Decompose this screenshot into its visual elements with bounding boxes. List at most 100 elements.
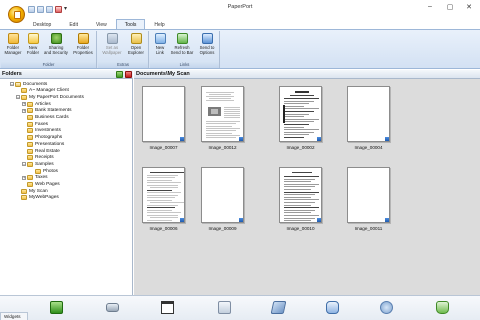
page-text-line bbox=[224, 111, 240, 112]
window-title: PaperPort bbox=[227, 4, 253, 10]
wallpaper-label-2: Wallpaper bbox=[102, 50, 122, 55]
folder-manager-button[interactable]: Folder Manager bbox=[2, 33, 24, 55]
folder-tree-item[interactable]: Web Pages bbox=[22, 182, 60, 188]
folder-tree-item[interactable]: – My PaperPort Documents bbox=[16, 94, 84, 100]
refresh-send-to-bar-button[interactable]: Refresh Send to Bar bbox=[169, 33, 195, 55]
folder-tree-item[interactable]: My Scan bbox=[16, 188, 48, 194]
scanner-icon[interactable] bbox=[106, 303, 119, 312]
page-text-line bbox=[284, 126, 304, 128]
sharing-security-button[interactable]: Sharing and Security bbox=[43, 33, 69, 55]
tree-expander-icon[interactable]: + bbox=[22, 175, 26, 180]
network-icon[interactable] bbox=[380, 301, 393, 314]
folder-tree-item[interactable]: Business Cards bbox=[22, 115, 69, 121]
folder-tree-item[interactable]: + Articles bbox=[22, 101, 51, 107]
folder-tree-item[interactable]: Photos bbox=[30, 168, 58, 174]
folder-tree-label: Real Estate bbox=[35, 148, 60, 154]
tab-tools[interactable]: Tools bbox=[115, 19, 146, 29]
folder-tree-item[interactable]: Receipts bbox=[22, 155, 54, 161]
page-text-line bbox=[206, 132, 232, 134]
tree-expander-icon[interactable]: + bbox=[22, 108, 26, 113]
ribbon-group-folder-label: Folder bbox=[1, 62, 96, 68]
folder-icon bbox=[35, 168, 41, 174]
recycle-icon[interactable] bbox=[436, 301, 449, 314]
new-folder-label-2: Folder bbox=[26, 50, 40, 55]
folder-tree-item[interactable]: Faxes bbox=[22, 121, 48, 127]
ribbon-group-links-label: Links bbox=[150, 62, 219, 68]
page-text-line bbox=[284, 121, 314, 123]
page-text-line bbox=[206, 134, 240, 136]
page-text-line bbox=[284, 111, 314, 112]
page-preview bbox=[347, 167, 390, 223]
ribbon-group-folder: Folder Manager New Folder Sharing and Se… bbox=[1, 31, 97, 68]
close-button[interactable]: ✕ bbox=[462, 3, 476, 11]
paperport-logo-icon bbox=[14, 11, 21, 19]
page-text-line bbox=[284, 196, 311, 198]
ribbon-group-extras-label: Extras bbox=[98, 62, 148, 68]
folder-properties-button[interactable]: Folder Properties bbox=[70, 33, 96, 55]
page-text-line bbox=[206, 100, 234, 101]
tab-help[interactable]: Help bbox=[145, 19, 173, 29]
folder-tree-item[interactable]: + Bank Statements bbox=[22, 108, 72, 114]
explorer-icon bbox=[130, 33, 142, 44]
page-text-line bbox=[147, 177, 175, 178]
tree-expander-icon[interactable]: + bbox=[22, 102, 26, 107]
folder-tree-item[interactable]: A~ Manager Client bbox=[16, 88, 69, 94]
folder-tree-item[interactable]: Investments bbox=[22, 128, 61, 134]
folder-tree-item[interactable]: MyWebPages bbox=[16, 195, 59, 201]
folder-icon bbox=[27, 135, 33, 141]
widgets-bar bbox=[0, 295, 480, 320]
folder-pane-close-icon[interactable] bbox=[125, 71, 132, 78]
fax-icon[interactable] bbox=[326, 301, 339, 314]
tab-edit[interactable]: Edit bbox=[60, 19, 87, 29]
folder-tree-item[interactable]: – Documents bbox=[10, 81, 47, 87]
image-type-badge-icon bbox=[384, 136, 389, 141]
folder-tree-label: My PaperPort Documents bbox=[29, 94, 84, 100]
page-text-line bbox=[284, 194, 315, 196]
page-text-line bbox=[206, 96, 234, 97]
page-text-line bbox=[147, 209, 172, 211]
new-folder-button[interactable]: New Folder bbox=[22, 33, 44, 55]
tree-expander-icon[interactable]: – bbox=[16, 95, 20, 100]
page-text-line bbox=[147, 197, 175, 198]
window-icon[interactable] bbox=[161, 301, 174, 314]
open-explorer-button[interactable]: Open Explorer bbox=[124, 33, 148, 55]
page-text-line bbox=[209, 94, 231, 95]
folder-tree-item[interactable]: Real Estate bbox=[22, 148, 60, 154]
new-link-icon bbox=[154, 33, 166, 44]
tab-view[interactable]: View bbox=[87, 19, 116, 29]
page-text-line bbox=[284, 113, 309, 115]
folder-tree-item[interactable]: Photographs bbox=[22, 135, 62, 141]
pen-icon[interactable] bbox=[270, 301, 287, 314]
folder-tree-label: Web Pages bbox=[35, 182, 60, 187]
thumbnail-caption: Image_00006 bbox=[149, 226, 178, 231]
page-text-line bbox=[224, 115, 240, 116]
folder-pane-options-icon[interactable] bbox=[116, 71, 123, 78]
folder-tree-item[interactable]: + Taxes bbox=[22, 175, 48, 181]
page-graphic bbox=[295, 91, 309, 93]
tab-desktop[interactable]: Desktop bbox=[24, 19, 60, 29]
folder-tree-label: Bank Statements bbox=[35, 108, 72, 114]
folder-tree-label: Photographs bbox=[35, 135, 63, 141]
send-to-options-button[interactable]: Send to Options bbox=[195, 33, 219, 55]
page-preview bbox=[347, 86, 390, 142]
folder-tree-item[interactable]: – Samples bbox=[22, 161, 54, 167]
folder-tree-label: My Scan bbox=[29, 188, 48, 194]
minimize-button[interactable]: – bbox=[423, 3, 437, 10]
main-pane-header: Documents\My Scan bbox=[134, 70, 480, 79]
new-link-button[interactable]: New Link bbox=[151, 33, 169, 55]
green-widget-icon[interactable] bbox=[50, 301, 63, 314]
folder-tree-label: Articles bbox=[35, 101, 51, 107]
tree-expander-icon[interactable]: – bbox=[10, 82, 14, 86]
page-text-line bbox=[150, 217, 178, 218]
page-text-line bbox=[284, 189, 311, 190]
calculator-icon[interactable] bbox=[218, 301, 231, 314]
tree-expander-icon[interactable]: – bbox=[22, 162, 26, 167]
page-text-line bbox=[209, 98, 231, 99]
set-as-wallpaper-button[interactable]: Set as Wallpaper bbox=[100, 33, 124, 55]
folder-tree-item[interactable]: Presentations bbox=[22, 141, 64, 147]
widgets-tab[interactable]: Widgets bbox=[0, 312, 28, 320]
application-menu-button[interactable] bbox=[8, 6, 25, 23]
page-preview bbox=[142, 167, 185, 223]
page-text-line bbox=[284, 105, 304, 107]
maximize-button[interactable]: ▢ bbox=[443, 3, 457, 11]
